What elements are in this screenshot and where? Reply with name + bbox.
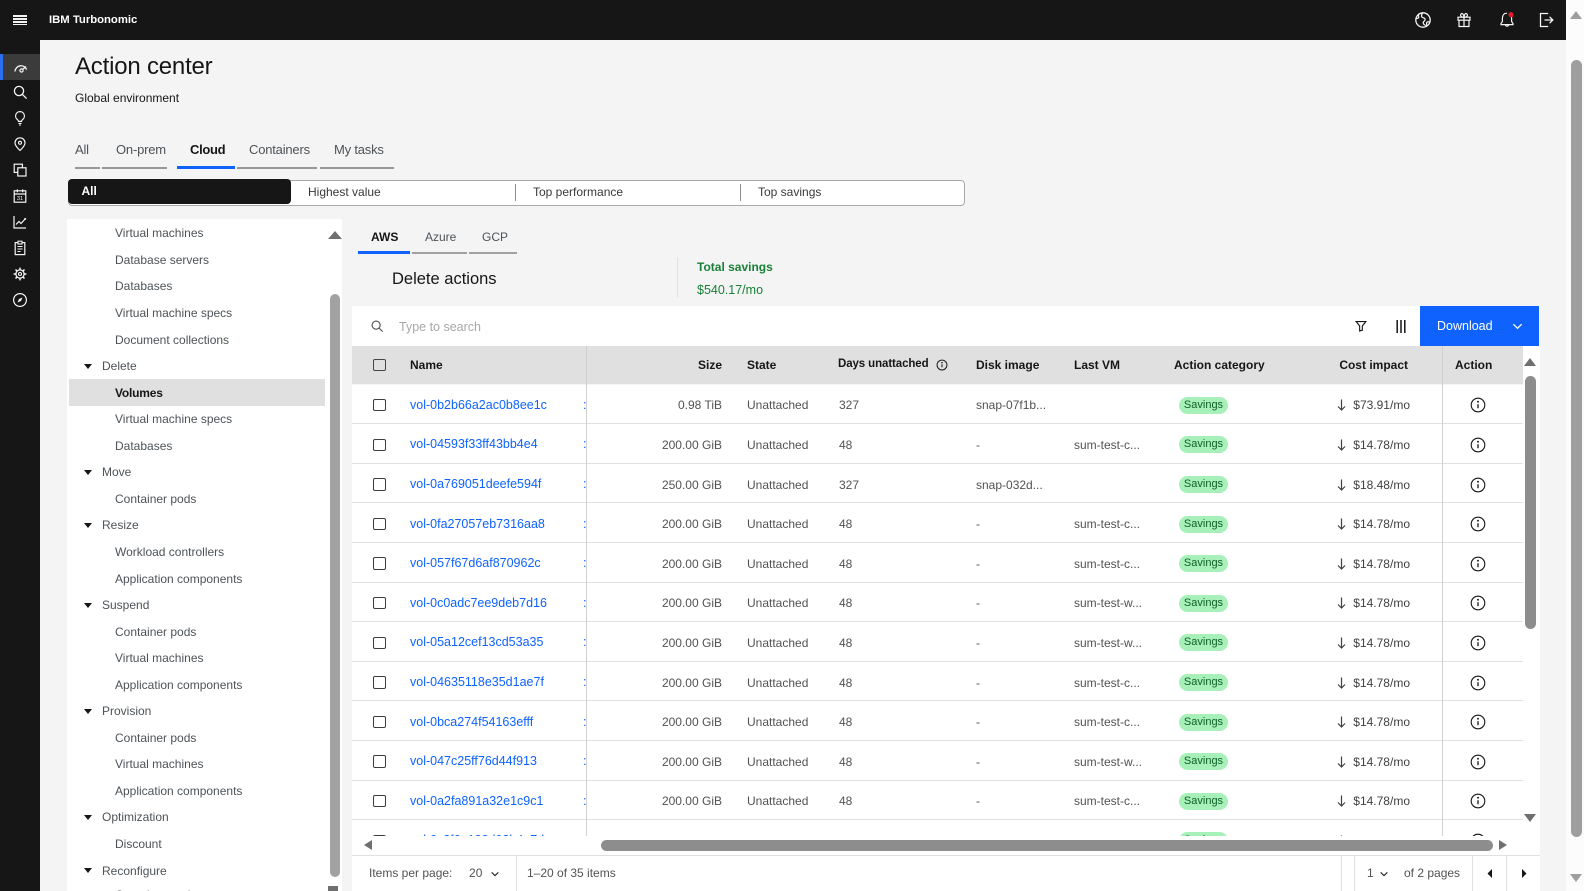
svg-text:31: 31 [16,196,22,202]
